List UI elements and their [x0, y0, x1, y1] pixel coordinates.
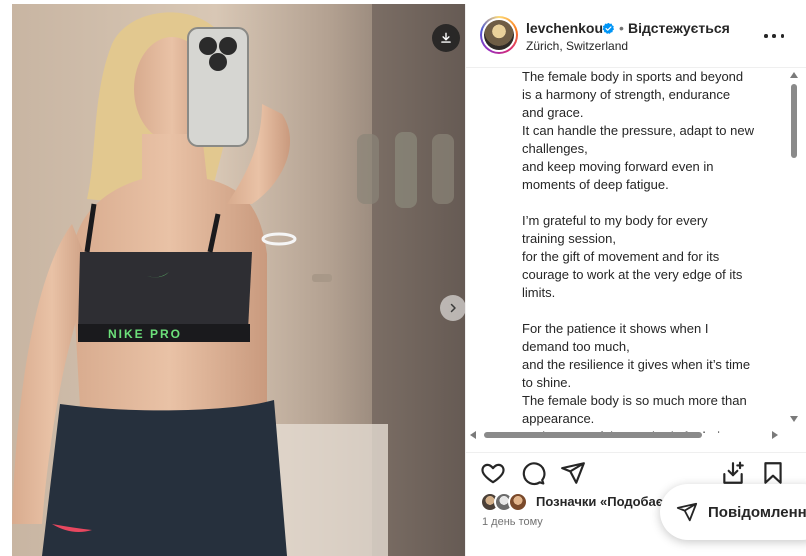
scroll-right-arrow-icon[interactable]: [772, 431, 778, 439]
comment-icon[interactable]: [520, 460, 546, 486]
chevron-right-icon: [450, 303, 456, 313]
heart-icon[interactable]: [480, 460, 506, 486]
scroll-up-arrow-icon[interactable]: [790, 72, 798, 78]
more-horizontal-icon: [764, 34, 768, 38]
following-button[interactable]: Відстежується: [628, 20, 730, 36]
separator-dot: •: [619, 20, 624, 36]
send-icon[interactable]: [560, 460, 586, 486]
next-slide-button[interactable]: [440, 295, 465, 321]
download-button[interactable]: [432, 24, 460, 52]
liker-avatar: [508, 492, 528, 512]
more-options-button[interactable]: [764, 26, 784, 46]
messages-label: Повідомлення: [708, 503, 806, 521]
post-details-panel: levchenkou • Відстежується Zürich, Switz…: [465, 4, 806, 556]
caption-horizontal-scrollbar[interactable]: [466, 428, 784, 442]
send-icon: [676, 502, 698, 522]
scrollbar-thumb[interactable]: [791, 84, 797, 158]
download-icon: [441, 32, 451, 43]
post-media[interactable]: NIKE PRO: [12, 4, 465, 556]
caption-vertical-scrollbar[interactable]: [788, 68, 800, 426]
verified-badge-icon: [602, 22, 615, 34]
post-photo: NIKE PRO: [12, 4, 465, 556]
post-caption: The female body in sports and beyond is …: [522, 69, 754, 433]
nike-pro-band-text: NIKE PRO: [108, 327, 182, 341]
location-link[interactable]: Zürich, Switzerland: [526, 39, 628, 53]
avatar[interactable]: [480, 16, 518, 54]
post-timestamp[interactable]: 1 день тому: [482, 516, 543, 528]
caption-area: The female body in sports and beyond is …: [466, 68, 806, 433]
save-to-collection-icon[interactable]: [720, 460, 746, 486]
scroll-down-arrow-icon[interactable]: [790, 416, 798, 422]
scroll-left-arrow-icon[interactable]: [470, 431, 476, 439]
messages-button[interactable]: Повідомлення: [660, 484, 806, 540]
avatar-image: [484, 20, 514, 50]
horizontal-scrollbar-thumb[interactable]: [484, 432, 702, 438]
username-link[interactable]: levchenkou: [526, 20, 603, 36]
bookmark-icon[interactable]: [760, 460, 786, 486]
post-header: levchenkou • Відстежується Zürich, Switz…: [466, 4, 806, 68]
